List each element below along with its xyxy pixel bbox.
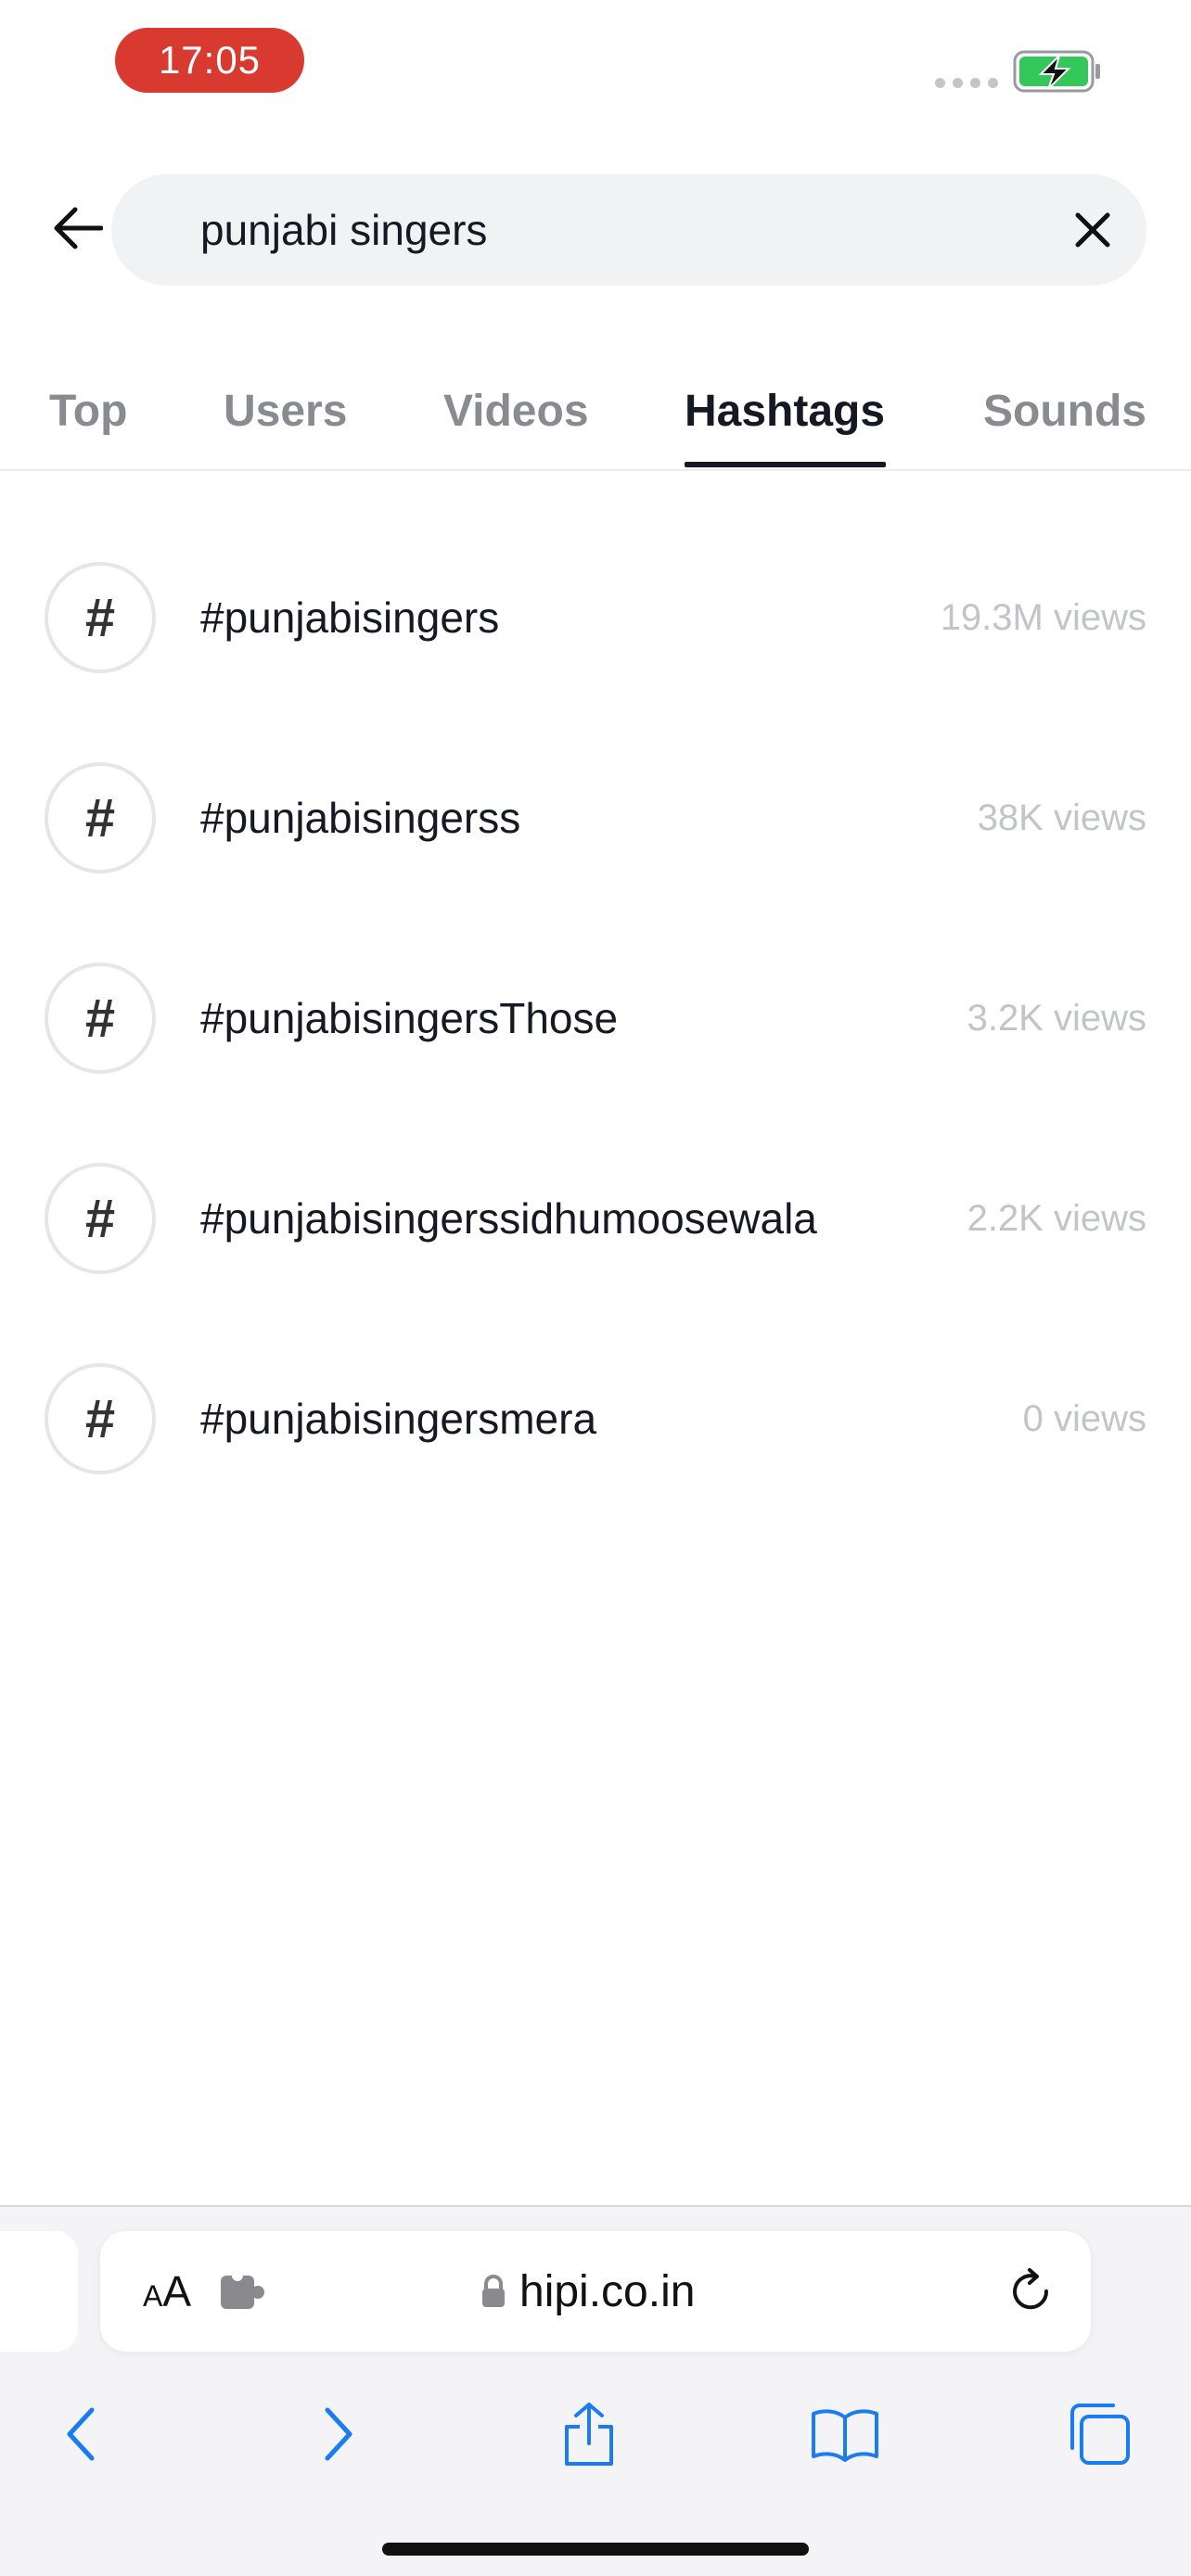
arrow-left-icon: [54, 207, 103, 249]
back-button[interactable]: [46, 197, 109, 260]
hashtag-row[interactable]: # #punjabisingersThose 3.2K views: [0, 918, 1191, 1118]
hashtag-icon: #: [45, 1163, 156, 1274]
browser-forward-button[interactable]: [297, 2392, 380, 2476]
tab-top[interactable]: Top: [49, 360, 127, 471]
reload-icon[interactable]: [1005, 2266, 1056, 2316]
lock-icon: [482, 2275, 505, 2307]
tab-hashtags[interactable]: Hashtags: [685, 360, 885, 471]
search-query[interactable]: punjabi singers: [200, 174, 487, 286]
hashtag-row[interactable]: # #punjabisingerssidhumoosewala 2.2K vie…: [0, 1118, 1191, 1319]
hashtag-icon: #: [45, 1363, 156, 1474]
hashtag-icon: #: [45, 562, 156, 673]
tab-videos[interactable]: Videos: [443, 360, 589, 471]
hashtag-name: #punjabisingerss: [200, 794, 521, 842]
bookmarks-button[interactable]: [803, 2392, 887, 2476]
browser-nav: [0, 2383, 1191, 2485]
status-time: 17:05: [115, 28, 304, 93]
hashtag-name: #punjabisingersmera: [200, 1395, 597, 1443]
hashtag-views: 3.2K views: [967, 998, 1146, 1039]
hashtag-row[interactable]: # #punjabisingers 19.3M views: [0, 517, 1191, 718]
tab-users[interactable]: Users: [224, 360, 347, 471]
hashtag-views: 38K views: [977, 797, 1146, 838]
hashtag-views: 2.2K views: [967, 1198, 1146, 1239]
address-bar[interactable]: AA hipi.co.in: [100, 2231, 1091, 2352]
hashtag-name: #punjabisingersThose: [200, 994, 619, 1042]
hashtag-name: #punjabisingers: [200, 593, 500, 642]
battery-charging-icon: [1013, 50, 1100, 93]
url-display[interactable]: hipi.co.in: [480, 2231, 695, 2352]
close-icon: [1075, 212, 1110, 248]
hashtag-views: 0 views: [1022, 1398, 1146, 1439]
hashtag-views: 19.3M views: [940, 597, 1146, 638]
url-text: hipi.co.in: [519, 2266, 696, 2316]
tabs-icon: [1070, 2404, 1130, 2465]
share-button[interactable]: [547, 2392, 631, 2476]
hashtag-icon: #: [45, 963, 156, 1074]
hashtag-row[interactable]: # #punjabisingersmera 0 views: [0, 1319, 1191, 1519]
tabs-button[interactable]: [1057, 2392, 1141, 2476]
hashtag-name: #punjabisingerssidhumoosewala: [200, 1194, 817, 1243]
browser-back-button[interactable]: [39, 2392, 122, 2476]
previous-tab-peek[interactable]: [0, 2231, 78, 2352]
tab-sounds[interactable]: Sounds: [983, 360, 1146, 471]
clear-search-button[interactable]: [1063, 200, 1122, 260]
hashtag-icon: #: [45, 762, 156, 874]
active-tab-indicator: [685, 462, 886, 467]
hashtag-row[interactable]: # #punjabisingerss 38K views: [0, 718, 1191, 918]
search-input[interactable]: punjabi singers: [111, 174, 1146, 286]
chevron-left-icon: [67, 2407, 95, 2461]
book-icon: [812, 2409, 878, 2462]
search-tabs: Top Users Videos Hashtags Sounds: [0, 360, 1191, 471]
browser-toolbar: AA hipi.co.in: [0, 2205, 1191, 2576]
extension-icon[interactable]: [219, 2274, 267, 2311]
signal-icon: [935, 78, 998, 88]
screen: 17:05 punjabi singers Top Users Videos H…: [0, 0, 1191, 2576]
text-size-button[interactable]: AA: [143, 2231, 191, 2352]
share-icon: [565, 2403, 613, 2466]
status-bar: 17:05: [0, 0, 1191, 130]
chevron-right-icon: [325, 2407, 352, 2461]
home-indicator: [382, 2543, 809, 2556]
